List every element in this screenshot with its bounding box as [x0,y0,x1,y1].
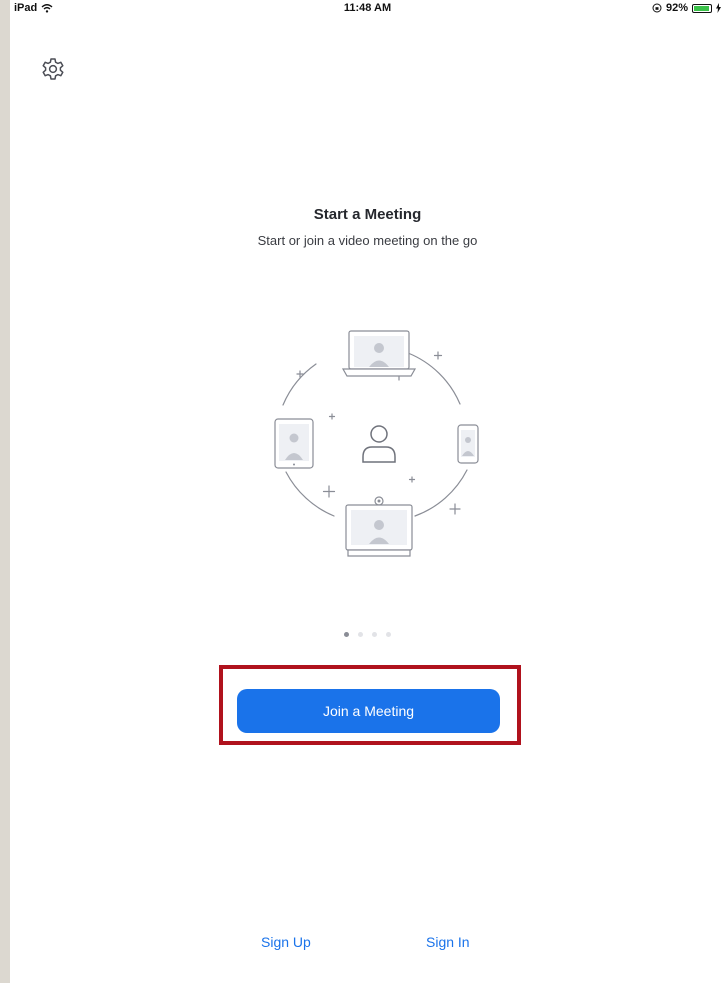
sparkle-icon [433,351,443,360]
page-dot[interactable] [344,632,349,637]
status-time: 11:48 AM [343,2,392,14]
meeting-devices-illustration [274,330,479,557]
onboarding-title: Start a Meeting [313,206,422,223]
person-icon [362,425,396,463]
page-dot[interactable] [358,632,363,637]
charging-bolt-icon [716,3,721,13]
battery-fill [694,5,709,11]
sparkle-icon [322,485,336,498]
settings-button[interactable] [40,56,66,82]
battery-percent: 92% [665,2,688,14]
page-dot[interactable] [386,632,391,637]
sign-in-link[interactable]: Sign In [426,934,470,950]
phone-icon [457,424,479,464]
connection-arc [282,363,317,406]
join-meeting-button[interactable]: Join a Meeting [237,689,500,733]
page-dot[interactable] [372,632,377,637]
tablet-icon [274,418,314,469]
status-right: 92% [652,2,721,14]
status-bar: iPad 11:48 AM 92% [10,0,725,18]
sign-up-link[interactable]: Sign Up [261,934,311,950]
sparkle-icon [449,503,461,515]
orientation-lock-icon [652,3,662,13]
connection-arc [285,471,335,517]
sparkle-icon [328,413,336,420]
page-indicator[interactable] [344,632,391,637]
battery-icon [692,3,712,13]
laptop-icon [341,330,417,377]
room-monitor-icon [345,496,413,557]
connection-arc [407,352,461,405]
sparkle-icon [408,476,416,483]
gear-icon [42,58,64,80]
onboarding-subtitle: Start or join a video meeting on the go [257,233,478,248]
app-screen: iPad 11:48 AM 92% Start a Meeting Start … [10,0,725,983]
